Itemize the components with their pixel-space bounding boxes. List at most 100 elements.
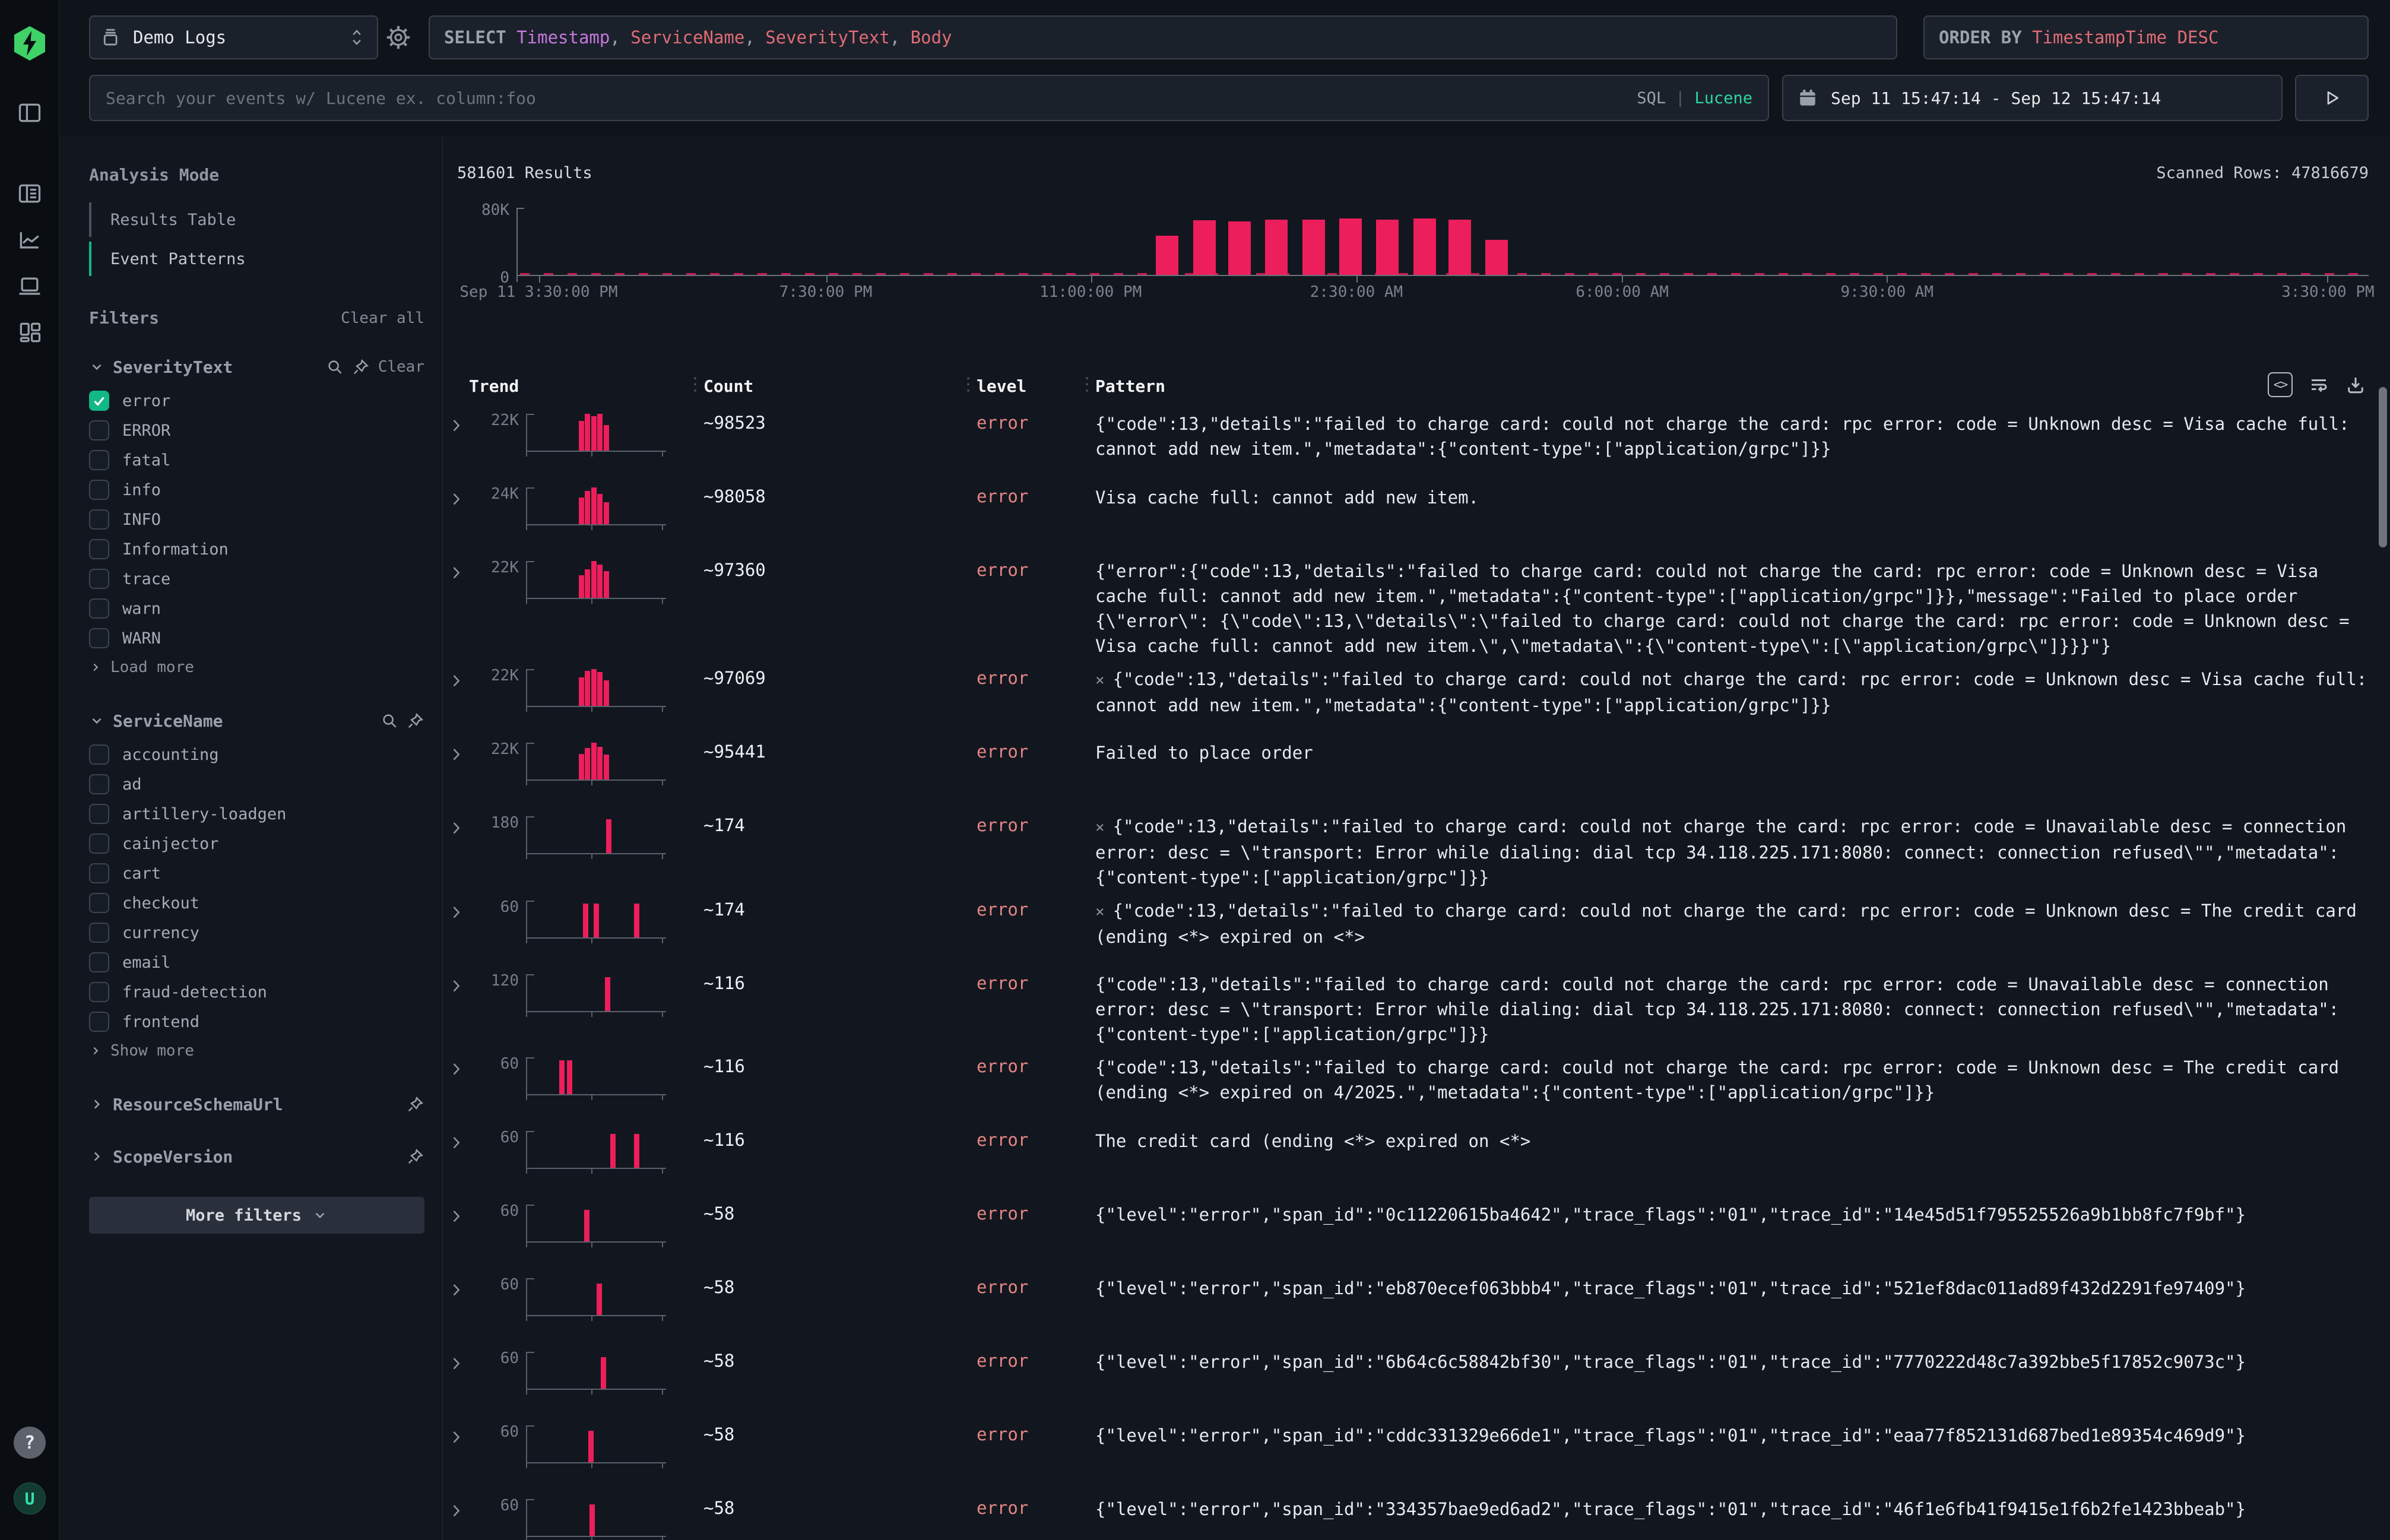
checkbox[interactable] [89, 804, 109, 824]
dashboards-icon[interactable] [17, 319, 43, 346]
pattern-text[interactable]: The credit card (ending <*> expired on <… [1084, 1127, 2373, 1154]
table-row[interactable]: 120~116error{"code":13,"details":"failed… [443, 964, 2390, 1047]
filter-group-servicename[interactable]: ServiceName [89, 708, 424, 734]
table-row[interactable]: 60~116errorThe credit card (ending <*> e… [443, 1120, 2390, 1194]
download-icon[interactable] [2345, 374, 2366, 395]
clear-all-filters-button[interactable]: Clear all [341, 309, 424, 327]
order-by-input[interactable]: ORDER BY TimestampTime DESC [1923, 15, 2369, 59]
histogram-bar[interactable] [1156, 236, 1178, 275]
table-row[interactable]: 60~58error{"level":"error","span_id":"cd… [443, 1415, 2390, 1488]
pattern-text[interactable]: {"level":"error","span_id":"6b64c6c58842… [1084, 1348, 2373, 1374]
view-source-icon[interactable]: <> [2268, 372, 2293, 397]
sessions-icon[interactable] [17, 273, 43, 299]
filter-option-email[interactable]: email [89, 948, 424, 977]
filter-option-Information[interactable]: Information [89, 534, 424, 564]
expand-row-icon[interactable] [448, 416, 464, 433]
expand-row-icon[interactable] [448, 977, 464, 993]
filter-option-checkout[interactable]: checkout [89, 888, 424, 918]
pattern-text[interactable]: {"code":13,"details":"failed to charge c… [1084, 971, 2373, 1047]
col-level[interactable]: ⋮level [965, 376, 1084, 396]
table-row[interactable]: 60~58error{"level":"error","span_id":"eb… [443, 1268, 2390, 1341]
source-select[interactable]: Demo Logs [89, 15, 378, 59]
filter-option-warn[interactable]: warn [89, 594, 424, 623]
table-row[interactable]: 22K~98523error{"code":13,"details":"fail… [443, 403, 2390, 477]
pattern-text[interactable]: {"level":"error","span_id":"334357bae9ed… [1084, 1495, 2373, 1522]
filter-group-severitytext[interactable]: SeverityText Clear [89, 354, 424, 380]
expand-row-icon[interactable] [448, 745, 464, 762]
pattern-text[interactable]: {"level":"error","span_id":"cddc331329e6… [1084, 1422, 2373, 1448]
expand-row-icon[interactable] [448, 1354, 464, 1371]
toggle-lucene[interactable]: Lucene [1694, 89, 1752, 107]
pattern-text[interactable]: {"level":"error","span_id":"0c11220615ba… [1084, 1201, 2373, 1227]
expand-row-icon[interactable] [448, 1133, 464, 1150]
table-row[interactable]: 60~58error{"level":"error","span_id":"33… [443, 1488, 2390, 1540]
expand-row-icon[interactable] [448, 1428, 464, 1444]
table-row[interactable]: 22K~97069error×{"code":13,"details":"fai… [443, 658, 2390, 732]
table-row[interactable]: 22K~95441errorFailed to place order [443, 732, 2390, 806]
pattern-text[interactable]: {"error":{"code":13,"details":"failed to… [1084, 557, 2373, 658]
analysis-mode-item-event-patterns[interactable]: Event Patterns [89, 242, 424, 276]
filter-option-trace[interactable]: trace [89, 564, 424, 594]
checkbox[interactable] [89, 509, 109, 530]
user-avatar[interactable]: U [14, 1482, 46, 1514]
table-row[interactable]: 22K~97360error{"error":{"code":13,"detai… [443, 550, 2390, 658]
pin-icon[interactable] [407, 1095, 424, 1113]
col-pattern[interactable]: ⋮Pattern [1084, 376, 2373, 396]
histogram-bar[interactable] [1339, 218, 1362, 275]
search-icon[interactable] [381, 712, 398, 730]
filter-option-cainjector[interactable]: cainjector [89, 829, 424, 858]
pattern-text[interactable]: ×{"code":13,"details":"failed to charge … [1084, 666, 2373, 718]
filter-option-WARN[interactable]: WARN [89, 623, 424, 653]
checkbox[interactable] [89, 863, 109, 883]
checkbox[interactable] [89, 744, 109, 765]
filter-option-fraud-detection[interactable]: fraud-detection [89, 977, 424, 1007]
pattern-text[interactable]: ×{"code":13,"details":"failed to charge … [1084, 897, 2373, 949]
filter-option-ad[interactable]: ad [89, 769, 424, 799]
pin-icon[interactable] [407, 712, 424, 730]
checkbox[interactable] [89, 391, 109, 411]
checkbox[interactable] [89, 420, 109, 441]
checkbox[interactable] [89, 598, 109, 619]
pin-icon[interactable] [407, 1148, 424, 1165]
search-icon[interactable] [326, 358, 344, 376]
filter-option-currency[interactable]: currency [89, 918, 424, 948]
filter-option-artillery-loadgen[interactable]: artillery-loadgen [89, 799, 424, 829]
checkbox[interactable] [89, 480, 109, 500]
filter-option-ERROR[interactable]: ERROR [89, 416, 424, 445]
analysis-mode-item-results-table[interactable]: Results Table [89, 202, 424, 237]
expand-row-icon[interactable] [448, 1501, 464, 1518]
checkbox[interactable] [89, 893, 109, 913]
table-row[interactable]: 60~58error{"level":"error","span_id":"0c… [443, 1194, 2390, 1268]
pattern-text[interactable]: {"code":13,"details":"failed to charge c… [1084, 410, 2373, 461]
dismiss-icon[interactable]: × [1095, 671, 1105, 689]
wrap-lines-icon[interactable] [2308, 374, 2329, 395]
expand-row-icon[interactable] [448, 671, 464, 688]
expand-row-icon[interactable] [448, 1060, 464, 1076]
checkbox[interactable] [89, 1012, 109, 1032]
table-row[interactable]: 60~116error{"code":13,"details":"failed … [443, 1047, 2390, 1120]
expand-row-icon[interactable] [448, 563, 464, 580]
checkbox[interactable] [89, 923, 109, 943]
table-row[interactable]: 24K~98058errorVisa cache full: cannot ad… [443, 477, 2390, 550]
search-logs-icon[interactable] [17, 180, 43, 207]
checkbox[interactable] [89, 628, 109, 648]
checkbox[interactable] [89, 952, 109, 972]
histogram-bar[interactable] [1485, 240, 1508, 275]
expand-row-icon[interactable] [448, 490, 464, 506]
search-input[interactable]: Search your events w/ Lucene ex. column:… [89, 75, 1769, 121]
checkbox[interactable] [89, 834, 109, 854]
source-settings-button[interactable] [385, 24, 412, 51]
severity-load-more[interactable]: Load more [89, 653, 424, 682]
more-filters-button[interactable]: More filters [89, 1197, 424, 1234]
filter-group-scopeversion[interactable]: ScopeVersion [89, 1143, 424, 1170]
filter-option-cart[interactable]: cart [89, 858, 424, 888]
pattern-text[interactable]: Visa cache full: cannot add new item. [1084, 484, 2373, 510]
histogram-bar[interactable] [1376, 220, 1399, 275]
toggle-sql[interactable]: SQL [1637, 89, 1666, 107]
table-row[interactable]: 60~58error{"level":"error","span_id":"6b… [443, 1341, 2390, 1415]
filter-option-frontend[interactable]: frontend [89, 1007, 424, 1037]
pattern-text[interactable]: {"code":13,"details":"failed to charge c… [1084, 1054, 2373, 1105]
histogram-bar[interactable] [1193, 220, 1216, 275]
time-range-picker[interactable]: Sep 11 15:47:14 - Sep 12 15:47:14 [1782, 75, 2283, 121]
filter-option-info[interactable]: info [89, 475, 424, 505]
